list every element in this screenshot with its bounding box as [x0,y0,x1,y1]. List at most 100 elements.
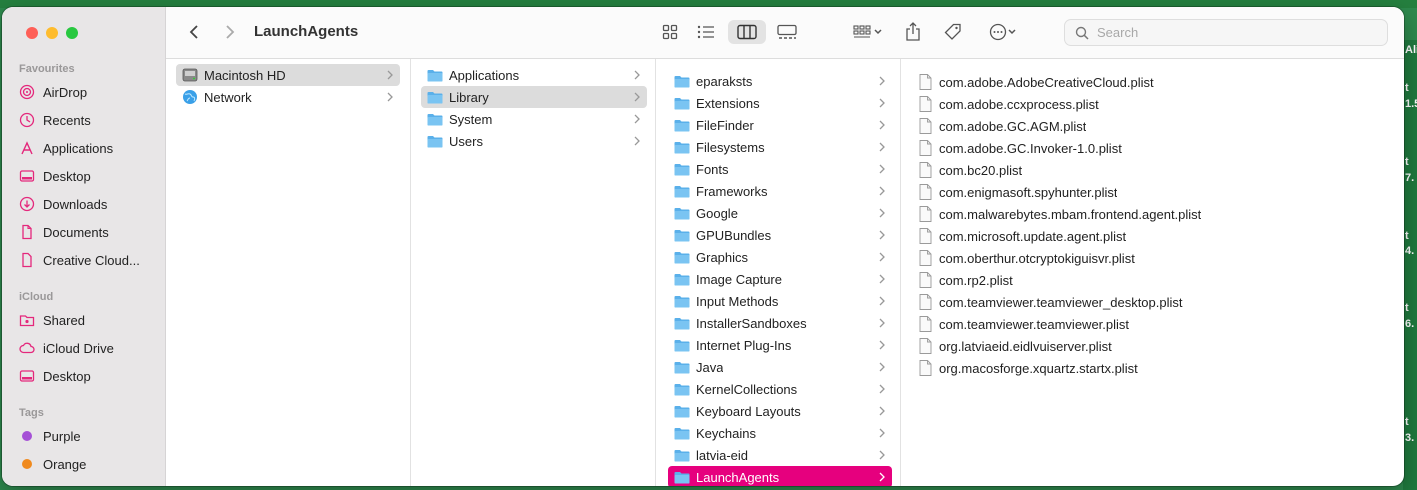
gallery-view-button[interactable] [772,20,802,44]
chevron-right-icon [879,208,885,218]
column-item-folder[interactable]: Google [668,202,892,224]
group-grid-icon [853,25,871,38]
column-item-folder[interactable]: Extensions [668,92,892,114]
column-item-folder[interactable]: Java [668,356,892,378]
airdrop-icon [19,84,35,100]
chevron-right-icon [634,114,640,124]
desktop-edge-text: t [1405,302,1409,314]
window-title: LaunchAgents [254,23,359,40]
column-item-folder[interactable]: Keychains [668,422,892,444]
column-item-folder[interactable]: Fonts [668,158,892,180]
file-list-item[interactable]: com.enigmasoft.spyhunter.plist [919,181,1389,203]
folder-icon [427,135,443,147]
sidebar-item-recents[interactable]: Recents [19,107,159,133]
file-list-item[interactable]: com.adobe.AdobeCreativeCloud.plist [919,71,1389,93]
toolbar: LaunchAgents Search [166,7,1404,59]
globe-icon [183,90,197,104]
sidebar-item-airdrop[interactable]: AirDrop [19,79,159,105]
column-item-label: GPUBundles [696,227,772,243]
folder-icon [674,449,690,461]
file-list-item[interactable]: com.adobe.ccxprocess.plist [919,93,1389,115]
column-item-folder[interactable]: eparaksts [668,70,892,92]
group-by-button[interactable] [846,20,890,44]
sidebar-tag-purple[interactable]: Purple [19,423,159,449]
file-list-item[interactable]: org.macosforge.xquartz.startx.plist [919,357,1389,379]
share-button[interactable] [900,20,926,44]
column-item-label: Google [696,205,738,221]
column-item-label: Input Methods [696,293,779,309]
column-item-macintosh-hd[interactable]: Macintosh HD [176,64,400,86]
sidebar-tag-orange[interactable]: Orange [19,451,159,477]
column-item-folder[interactable]: Internet Plug-Ins [668,334,892,356]
sidebar-item-downloads[interactable]: Downloads [19,191,159,217]
minimize-button[interactable] [46,27,58,39]
column-view-button[interactable] [728,20,766,44]
column-item-label: System [449,111,493,127]
column-item-folder[interactable]: Input Methods [668,290,892,312]
list-view-button[interactable] [692,20,720,44]
search-field[interactable]: Search [1064,19,1388,46]
sidebar-item-icloud-drive[interactable]: iCloud Drive [19,335,159,361]
file-list-item[interactable]: com.adobe.GC.AGM.plist [919,115,1389,137]
column-item-folder[interactable]: LaunchAgents [668,466,892,486]
column-item-users[interactable]: Users [421,130,647,152]
chevron-right-icon [879,252,885,262]
column-item-label: Network [204,89,252,105]
sidebar-item-shared[interactable]: Shared [19,307,159,333]
back-button[interactable] [182,20,206,44]
column-item-folder[interactable]: latvia-eid [668,444,892,466]
column-item-system[interactable]: System [421,108,647,130]
column-item-folder[interactable]: Keyboard Layouts [668,400,892,422]
icon-view-button[interactable] [656,20,684,44]
file-list-item[interactable]: com.teamviewer.teamviewer.plist [919,313,1389,335]
sidebar-item-icloud-desktop[interactable]: Desktop [19,363,159,389]
more-actions-button[interactable] [982,20,1024,44]
plist-file-icon [919,74,932,90]
file-list-item[interactable]: com.malwarebytes.mbam.frontend.agent.pli… [919,203,1389,225]
file-list-item[interactable]: com.teamviewer.teamviewer_desktop.plist [919,291,1389,313]
column-item-folder[interactable]: GPUBundles [668,224,892,246]
column-item-applications[interactable]: Applications [421,64,647,86]
folder-icon [674,405,690,417]
column-item-folder[interactable]: InstallerSandboxes [668,312,892,334]
file-list-item[interactable]: com.microsoft.update.agent.plist [919,225,1389,247]
file-list-item[interactable]: com.bc20.plist [919,159,1389,181]
folder-icon [427,69,443,81]
column-item-folder[interactable]: Graphics [668,246,892,268]
file-list-item[interactable]: com.adobe.GC.Invoker-1.0.plist [919,137,1389,159]
file-name-label: com.oberthur.otcryptokiguisvr.plist [939,250,1135,266]
applications-icon [19,140,35,156]
file-list-item[interactable]: org.latviaeid.eidlvuiserver.plist [919,335,1389,357]
file-list-item[interactable]: com.oberthur.otcryptokiguisvr.plist [919,247,1389,269]
column-item-folder[interactable]: KernelCollections [668,378,892,400]
column-item-label: FileFinder [696,117,754,133]
desktop-icon [19,168,35,184]
chevron-right-icon [879,230,885,240]
window-controls [26,27,78,39]
forward-button[interactable] [218,20,242,44]
chevron-right-icon [879,406,885,416]
sidebar-item-desktop[interactable]: Desktop [19,163,159,189]
sidebar-item-documents[interactable]: Documents [19,219,159,245]
column-item-library[interactable]: Library [421,86,647,108]
chevron-right-icon [879,296,885,306]
chevron-right-icon [226,25,235,39]
column-item-folder[interactable]: Image Capture [668,268,892,290]
file-name-label: com.malwarebytes.mbam.frontend.agent.pli… [939,206,1202,222]
folder-icon [674,75,690,87]
tags-button[interactable] [940,20,966,44]
desktop-edge-text: t [1405,156,1409,168]
column-item-network[interactable]: Network [176,86,400,108]
zoom-button[interactable] [66,27,78,39]
column-item-folder[interactable]: Filesystems [668,136,892,158]
sidebar-item-applications[interactable]: Applications [19,135,159,161]
sidebar-item-creative-cloud[interactable]: Creative Cloud... [19,247,159,273]
chevron-right-icon [387,70,393,80]
plist-file-icon [919,184,932,200]
close-button[interactable] [26,27,38,39]
hard-drive-icon [182,68,198,82]
file-list-item[interactable]: com.rp2.plist [919,269,1389,291]
finder-window: Favourites AirDrop Recents Applications … [2,7,1404,486]
column-item-folder[interactable]: FileFinder [668,114,892,136]
column-item-folder[interactable]: Frameworks [668,180,892,202]
